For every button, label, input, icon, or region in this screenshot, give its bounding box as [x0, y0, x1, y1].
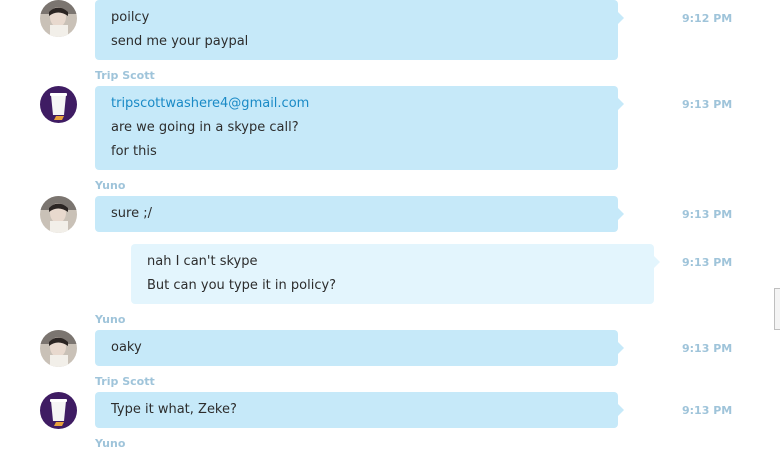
sender-name[interactable]: Yuno	[95, 313, 125, 326]
message-bubble[interactable]: oaky	[95, 330, 624, 366]
message-timestamp: 9:12 PM	[682, 12, 733, 25]
message-bubble[interactable]: Type it what, Zeke?	[95, 392, 624, 428]
sender-name[interactable]: Yuno	[95, 179, 125, 192]
yuno-avatar-icon	[40, 0, 77, 37]
outgoing-message-bubble[interactable]: nah I can't skype But can you type it in…	[131, 244, 660, 304]
sender-name[interactable]: Trip Scott	[95, 69, 155, 82]
message-text: oaky	[111, 340, 142, 355]
bubble-tail	[618, 208, 624, 220]
avatar-yuno[interactable]	[40, 0, 77, 37]
message-text: poilcy	[111, 10, 150, 25]
message-timestamp: 9:13 PM	[682, 256, 733, 269]
cup-avatar-icon	[40, 86, 77, 123]
yuno-avatar-icon	[40, 196, 77, 233]
message-text: But can you type it in policy?	[147, 278, 337, 293]
message-text: send me your paypal	[111, 34, 249, 49]
sender-name[interactable]: Yuno	[95, 437, 125, 450]
message-text: are we going in a skype call?	[111, 120, 299, 135]
message-timestamp: 9:13 PM	[682, 342, 733, 355]
bubble-tail	[654, 256, 660, 268]
message-timestamp: 9:13 PM	[682, 404, 733, 417]
avatar-yuno[interactable]	[40, 196, 77, 233]
message-text: sure ;/	[111, 206, 152, 221]
message-timestamp: 9:13 PM	[682, 98, 733, 111]
cup-avatar-icon	[40, 392, 77, 429]
chat-history: poilcy send me your paypal 9:12 PM Trip …	[0, 0, 780, 450]
email-link[interactable]: tripscottwashere4@gmail.com	[111, 96, 309, 111]
bubble-tail	[618, 342, 624, 354]
message-bubble[interactable]: tripscottwashere4@gmail.com are we going…	[95, 86, 624, 170]
message-text: Type it what, Zeke?	[111, 402, 237, 417]
bubble-tail	[618, 98, 624, 110]
bubble-tail	[618, 12, 624, 24]
message-text: nah I can't skype	[147, 254, 258, 269]
avatar-yuno[interactable]	[40, 330, 77, 367]
message-bubble[interactable]: poilcy send me your paypal	[95, 0, 624, 60]
message-bubble[interactable]: sure ;/	[95, 196, 624, 232]
avatar-trip-scott[interactable]	[40, 392, 77, 429]
scrollbar-thumb[interactable]	[774, 288, 780, 330]
yuno-avatar-icon	[40, 330, 77, 367]
sender-name[interactable]: Trip Scott	[95, 375, 155, 388]
avatar-trip-scott[interactable]	[40, 86, 77, 123]
bubble-tail	[618, 404, 624, 416]
message-timestamp: 9:13 PM	[682, 208, 733, 221]
message-text: for this	[111, 144, 157, 159]
